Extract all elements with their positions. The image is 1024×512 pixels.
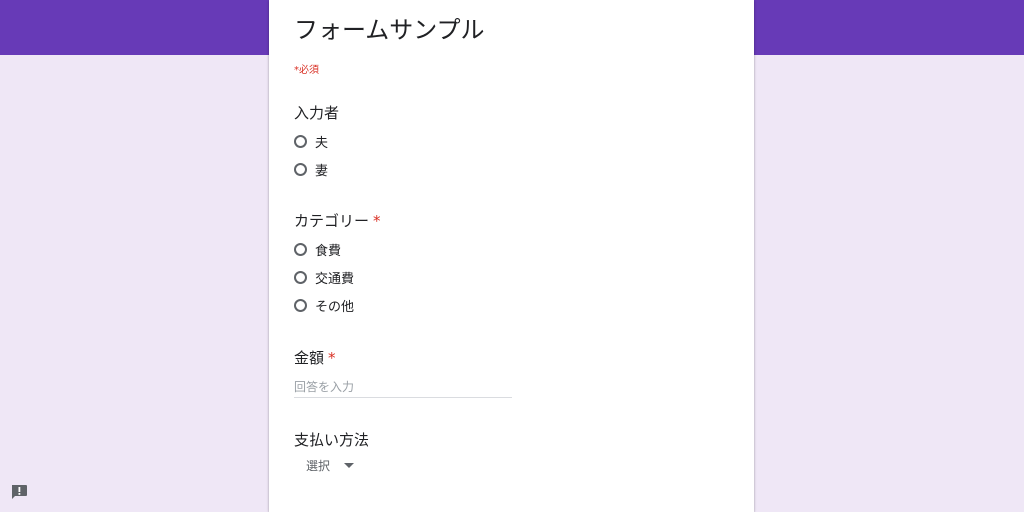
radio-option-label: 妻 bbox=[315, 163, 329, 179]
required-asterisk: * bbox=[373, 212, 381, 230]
chevron-down-icon bbox=[344, 462, 355, 468]
radio-option-husband[interactable]: 夫 bbox=[294, 132, 329, 151]
question-title-payment-method: 支払い方法 bbox=[294, 429, 369, 450]
radio-option-transport[interactable]: 交通費 bbox=[294, 268, 355, 287]
question-title-text: カテゴリー bbox=[294, 212, 370, 230]
payment-method-dropdown[interactable]: 選択 bbox=[299, 455, 361, 475]
question-title-amount: 金額 * bbox=[294, 347, 336, 368]
question-title-text: 入力者 bbox=[294, 104, 340, 122]
radio-option-label: その他 bbox=[315, 299, 355, 315]
radio-option-food[interactable]: 食費 bbox=[294, 240, 342, 259]
radio-option-label: 夫 bbox=[315, 135, 329, 151]
radio-button[interactable] bbox=[294, 298, 307, 312]
radio-option-label: 交通費 bbox=[315, 271, 355, 287]
form-card: フォームサンプル *必須 入力者 夫 妻 カテゴリー * 食費 交通費 その他 金… bbox=[269, 0, 754, 512]
report-feedback-icon[interactable] bbox=[10, 484, 28, 500]
required-note: *必須 bbox=[294, 65, 319, 76]
question-title-category: カテゴリー * bbox=[294, 210, 381, 231]
radio-button[interactable] bbox=[294, 242, 307, 256]
dropdown-selected-value: 選択 bbox=[306, 458, 331, 473]
radio-option-label: 食費 bbox=[315, 243, 342, 259]
radio-option-wife[interactable]: 妻 bbox=[294, 160, 329, 179]
question-title-inputter: 入力者 bbox=[294, 102, 339, 123]
radio-button[interactable] bbox=[294, 162, 307, 176]
amount-input[interactable] bbox=[294, 377, 512, 398]
required-asterisk: * bbox=[328, 349, 336, 367]
question-title-text: 金額 bbox=[294, 349, 325, 367]
radio-button[interactable] bbox=[294, 270, 307, 284]
radio-button[interactable] bbox=[294, 134, 307, 148]
form-title: フォームサンプル bbox=[294, 16, 485, 44]
radio-option-other[interactable]: その他 bbox=[294, 296, 355, 315]
question-title-text: 支払い方法 bbox=[294, 431, 370, 449]
